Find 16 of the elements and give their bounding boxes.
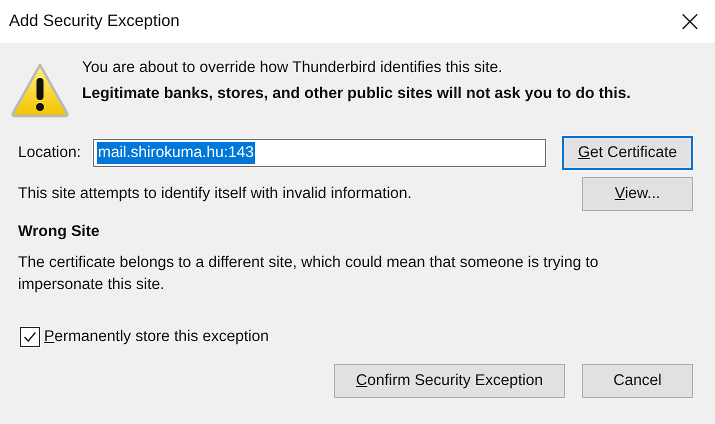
window-title: Add Security Exception	[9, 12, 180, 31]
confirm-button[interactable]: Confirm Security Exception	[334, 364, 565, 398]
warning-text: You are about to override how Thunderbird identifies this site.	[82, 59, 504, 77]
checkbox[interactable]	[20, 326, 40, 347]
location-field[interactable]: mail.shirokuma.hu:143	[92, 139, 546, 167]
view-button[interactable]: View...	[582, 177, 693, 211]
status-text: This site attempts to identify itself with invalid information.	[18, 185, 412, 203]
cancel-button[interactable]: Cancel	[582, 364, 693, 398]
checkbox-label[interactable]: Permanently store this exception	[44, 328, 269, 346]
problem-title: Wrong Site	[18, 223, 101, 241]
get-certificate-button[interactable]: Get Certificate	[562, 136, 693, 170]
close-button[interactable]: ×	[665, 0, 715, 43]
problem-text: The certificate belongs to a different site, which could mean that someone is trying to impersonate this site.	[18, 253, 600, 296]
location-label: Location:	[18, 144, 81, 162]
warning-icon	[10, 62, 70, 118]
warning-bold-text: Legitimate banks, stores, and other public sites will not ask you to do this.	[82, 84, 631, 104]
